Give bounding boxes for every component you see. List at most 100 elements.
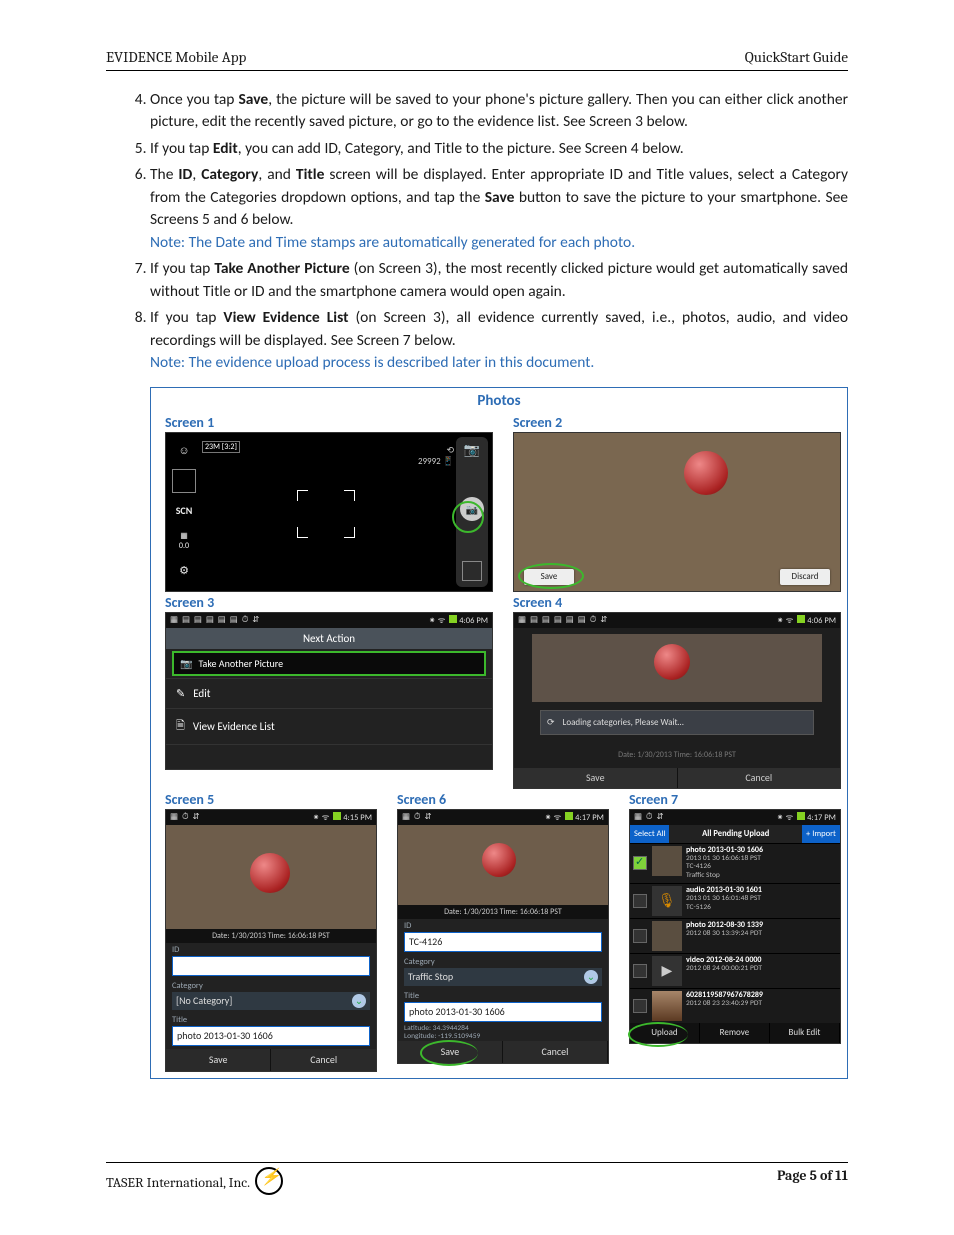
evidence-thumb: [652, 991, 682, 1021]
save-button[interactable]: Save: [514, 768, 678, 788]
cancel-button[interactable]: Cancel: [503, 1041, 608, 1063]
date-stamp: Date: 1/30/2013 Time: 16:06:18 PST: [166, 929, 376, 943]
resolution-badge: 23M [3:2]: [202, 441, 240, 453]
screen5-label: Screen 5: [165, 791, 377, 808]
exposure-icon: ▦0.0: [172, 529, 196, 553]
id-field[interactable]: [172, 956, 370, 976]
category-label: Category: [166, 979, 376, 991]
category-select[interactable]: [No Category]⌄: [172, 992, 370, 1010]
loading-dialog: ⟳ Loading categories, Please Wait…: [540, 710, 814, 735]
checkbox[interactable]: [633, 894, 647, 908]
view-evidence-item[interactable]: 🗎 View Evidence List: [166, 708, 492, 744]
footer-page: Page 5 of 11: [777, 1167, 848, 1195]
header-left: EVIDENCE Mobile App: [106, 48, 246, 66]
import-button[interactable]: + Import: [802, 825, 840, 843]
page-footer: TASER International, Inc. Page 5 of 11: [106, 1162, 848, 1195]
screen5-form: ▦ ⏱ ⇵ ⁕ ᯤ 4:15 PM Date: 1/30/2013 Time: …: [165, 809, 377, 1072]
screen4-edit-loading: ▦ ▤ ▤ ▤ ▤ ▤ ⏱ ⇵ ⁕ ᯤ 4:06 PM ⟳ Loading ca…: [513, 612, 841, 789]
list-item[interactable]: 🎙audio 2013-01-30 16012013 01 30 16:01:4…: [630, 883, 840, 918]
status-bar: ▦ ⏱ ⇵ ⁕ ᯤ 4:15 PM: [166, 810, 376, 825]
checkbox[interactable]: [633, 964, 647, 978]
status-bar: ▦ ▤ ▤ ▤ ▤ ▤ ⏱ ⇵ ⁕ ᯤ 4:06 PM: [166, 613, 492, 628]
evidence-thumb: 🎙: [652, 886, 682, 916]
scene-mode-icon: SCN: [172, 499, 196, 523]
checkbox[interactable]: [633, 856, 647, 870]
list-item[interactable]: photo 2012-08-30 13392012 08 30 13:39:24…: [630, 918, 840, 953]
screen6-label: Screen 6: [397, 791, 609, 808]
instruction-item: The ID, Category, and Title screen will …: [150, 164, 848, 254]
gear-icon: ⚙: [172, 559, 196, 583]
date-stamp: Date: 1/30/2013 Time: 16:06:18 PST: [398, 905, 608, 919]
edit-item[interactable]: ✎ Edit: [166, 678, 492, 708]
title-field[interactable]: photo 2013-01-30 1606: [404, 1002, 602, 1022]
status-bar: ▦ ▤ ▤ ▤ ▤ ▤ ⏱ ⇵ ⁕ ᯤ 4:06 PM: [514, 613, 840, 628]
highlight-oval: [452, 501, 484, 533]
photo-subject: [684, 451, 728, 495]
screen1-camera-ui: ☺ SCN ▦0.0 ⚙ ⟲ 29992 📱 23M [3:2]: [165, 432, 493, 592]
title-label: Title: [398, 989, 608, 1001]
instruction-list: Once you tap Save, the picture will be s…: [106, 89, 848, 375]
last-shot-thumb: [462, 561, 482, 581]
pending-header: All Pending Upload: [669, 825, 802, 843]
screen7-evidence-list: ▦ ⏱ ⇵ ⁕ ᯤ 4:17 PM Select All All Pending…: [629, 809, 841, 1044]
highlight-oval: [518, 563, 584, 589]
title-field[interactable]: photo 2013-01-30 1606: [172, 1026, 370, 1046]
list-item[interactable]: photo 2013-01-30 16062013 01 30 16:06:18…: [630, 843, 840, 883]
footer-company: TASER International, Inc.: [106, 1167, 283, 1195]
photo-subject: [654, 644, 690, 680]
evidence-text: video 2012-08-24 00002012 08 24 00:00:21…: [686, 956, 762, 986]
header-right: QuickStart Guide: [745, 48, 848, 66]
id-label: ID: [166, 943, 376, 955]
photos-figure: Photos Screen 1 ☺ SCN ▦0.0 ⚙ ⟲ 29992 📱: [150, 387, 848, 1079]
evidence-text: photo 2013-01-30 16062013 01 30 16:06:18…: [686, 846, 763, 881]
id-field[interactable]: TC-4126: [404, 932, 602, 952]
cancel-button[interactable]: Cancel: [678, 768, 841, 788]
id-label: ID: [398, 919, 608, 931]
instruction-item: If you tap Edit, you can add ID, Categor…: [150, 138, 848, 160]
bulk-edit-button[interactable]: Bulk Edit: [770, 1023, 840, 1043]
evidence-text: photo 2012-08-30 13392012 08 30 13:39:24…: [686, 921, 763, 951]
photo-preview: [166, 825, 376, 929]
category-label: Category: [398, 955, 608, 967]
camera-icon: 📷: [180, 657, 192, 670]
list-item[interactable]: ▶video 2012-08-24 00002012 08 24 00:00:2…: [630, 953, 840, 988]
evidence-thumb: [652, 921, 682, 951]
photo-subject: [250, 853, 290, 893]
checkbox[interactable]: [633, 999, 647, 1013]
photo-subject: [482, 843, 516, 877]
take-another-picture-item[interactable]: 📷 Take Another Picture: [172, 651, 486, 676]
evidence-text: audio 2013-01-30 16012013 01 30 16:01:48…: [686, 886, 762, 916]
highlight-oval: [628, 1022, 688, 1047]
chevron-down-icon: ⌄: [584, 970, 598, 984]
checkbox[interactable]: [633, 929, 647, 943]
chevron-down-icon: ⌄: [352, 994, 366, 1008]
screen3-next-action: ▦ ▤ ▤ ▤ ▤ ▤ ⏱ ⇵ ⁕ ᯤ 4:06 PM Next Action …: [165, 612, 493, 770]
remove-button[interactable]: Remove: [700, 1023, 770, 1043]
cancel-button[interactable]: Cancel: [271, 1049, 375, 1071]
pencil-icon: ✎: [176, 687, 185, 700]
figure-title: Photos: [151, 392, 847, 410]
photo-preview: [398, 825, 608, 905]
longitude-value: Longitude: -119.5109459: [398, 1033, 608, 1041]
evidence-thumb: [652, 846, 682, 876]
list-item[interactable]: 60281195879676782892012 08 23 23:40:29 P…: [630, 988, 840, 1023]
spinner-icon: ⟳: [547, 717, 555, 728]
title-label: Title: [166, 1013, 376, 1025]
select-all-button[interactable]: Select All: [630, 825, 670, 843]
screen6-form: ▦ ⏱ ⇵ ⁕ ᯤ 4:17 PM Date: 1/30/2013 Time: …: [397, 809, 609, 1065]
evidence-thumb: ▶: [652, 956, 682, 986]
taser-logo-icon: [255, 1167, 283, 1195]
save-button[interactable]: Save: [166, 1049, 271, 1071]
screen7-label: Screen 7: [629, 791, 841, 808]
focus-frame: [303, 496, 349, 532]
next-action-header: Next Action: [166, 628, 492, 649]
photo-preview: [532, 634, 822, 702]
screen4-label: Screen 4: [513, 594, 841, 611]
screen2-label: Screen 2: [513, 414, 841, 431]
instruction-item: If you tap View Evidence List (on Screen…: [150, 307, 848, 374]
page-header: EVIDENCE Mobile App QuickStart Guide: [106, 48, 848, 71]
discard-button[interactable]: Discard: [780, 569, 830, 585]
highlight-oval: [420, 1040, 478, 1066]
category-select[interactable]: Traffic Stop⌄: [404, 968, 602, 986]
screen1-label: Screen 1: [165, 414, 493, 431]
